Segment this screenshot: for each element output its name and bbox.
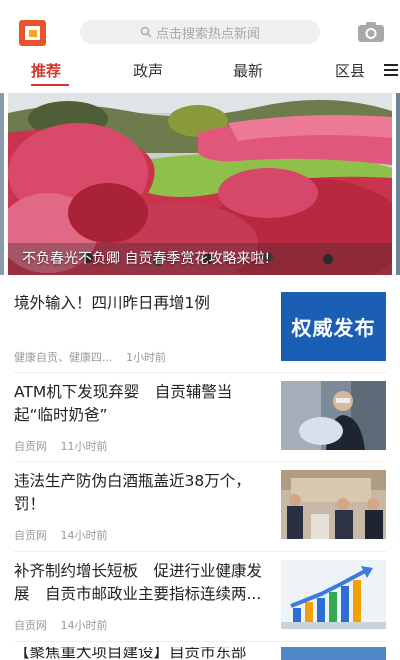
growth-chart-illustration bbox=[281, 560, 386, 629]
news-item[interactable]: 境外输入！四川昨日再增1例 健康自贡、健康四... 1小时前 权威发布 bbox=[14, 292, 386, 367]
news-title[interactable]: 补齐制约增长短板 促进行业健康发展 自贡市邮政业主要指标连续两... bbox=[14, 560, 269, 606]
news-item[interactable]: ATM机下发现弃婴 自贡辅警当起“临时奶爸” 自贡网 11小时前 bbox=[14, 381, 386, 456]
news-title[interactable]: 【聚焦重大项目建设】自贡市东部 bbox=[14, 647, 269, 660]
active-tab-indicator bbox=[31, 84, 69, 86]
news-time: 11小时前 bbox=[60, 440, 108, 453]
tab-latest[interactable]: 最新 bbox=[233, 60, 263, 81]
search-icon bbox=[140, 26, 152, 38]
news-thumbnail[interactable] bbox=[281, 470, 386, 539]
authority-release-badge: 权威发布 bbox=[291, 316, 376, 340]
news-thumbnail[interactable] bbox=[281, 381, 386, 450]
news-item[interactable]: 违法生产防伪白酒瓶盖近38万个，罚！ 自贡网 14小时前 bbox=[14, 470, 386, 545]
news-meta: 健康自贡、健康四... 1小时前 bbox=[14, 349, 166, 365]
divider bbox=[14, 372, 386, 373]
news-source: 自贡网 bbox=[14, 529, 47, 542]
news-title[interactable]: 境外输入！四川昨日再增1例 bbox=[14, 292, 269, 315]
tab-recommend[interactable]: 推荐 bbox=[31, 60, 61, 81]
tab-districts[interactable]: 区县 bbox=[335, 60, 365, 81]
camera-icon[interactable] bbox=[356, 20, 386, 44]
app-header: 点击搜索热点新闻 bbox=[0, 0, 400, 58]
divider bbox=[14, 461, 386, 462]
news-time: 14小时前 bbox=[60, 529, 108, 542]
search-placeholder: 点击搜索热点新闻 bbox=[155, 26, 260, 42]
news-title[interactable]: 违法生产防伪白酒瓶盖近38万个，罚！ bbox=[14, 470, 269, 516]
category-tabs: 推荐 政声 最新 区县 bbox=[0, 58, 400, 88]
carousel-next-peek[interactable] bbox=[396, 93, 400, 275]
news-meta: 自贡网 14小时前 bbox=[14, 527, 108, 543]
news-meta: 自贡网 14小时前 bbox=[14, 617, 108, 633]
carousel-prev-peek[interactable] bbox=[0, 93, 4, 275]
news-thumbnail[interactable] bbox=[281, 647, 386, 660]
divider bbox=[14, 551, 386, 552]
news-source: 自贡网 bbox=[14, 619, 47, 632]
news-item[interactable]: 【聚焦重大项目建设】自贡市东部 bbox=[14, 647, 386, 660]
news-title[interactable]: ATM机下发现弃婴 自贡辅警当起“临时奶爸” bbox=[14, 381, 269, 427]
news-meta: 自贡网 11小时前 bbox=[14, 438, 108, 454]
search-input[interactable]: 点击搜索热点新闻 bbox=[80, 20, 320, 44]
app-logo-icon[interactable] bbox=[19, 20, 46, 46]
hero-caption: 不负春光不负卿 自贡春季赏花攻略来啦! bbox=[22, 251, 271, 267]
news-time: 14小时前 bbox=[60, 619, 108, 632]
divider bbox=[14, 641, 386, 642]
hero-banner[interactable]: 不负春光不负卿 自贡春季赏花攻略来啦! bbox=[8, 93, 392, 275]
tab-politics[interactable]: 政声 bbox=[133, 60, 163, 81]
news-thumbnail[interactable]: 权威发布 bbox=[281, 292, 386, 361]
menu-icon[interactable] bbox=[384, 64, 398, 76]
police-officer-photo bbox=[281, 381, 386, 450]
news-source: 健康自贡、健康四... bbox=[14, 351, 113, 364]
news-source: 自贡网 bbox=[14, 440, 47, 453]
news-item[interactable]: 补齐制约增长短板 促进行业健康发展 自贡市邮政业主要指标连续两... 自贡网 1… bbox=[14, 560, 386, 635]
inspection-photo bbox=[281, 470, 386, 539]
news-time: 1小时前 bbox=[126, 351, 166, 364]
news-thumbnail[interactable] bbox=[281, 560, 386, 629]
